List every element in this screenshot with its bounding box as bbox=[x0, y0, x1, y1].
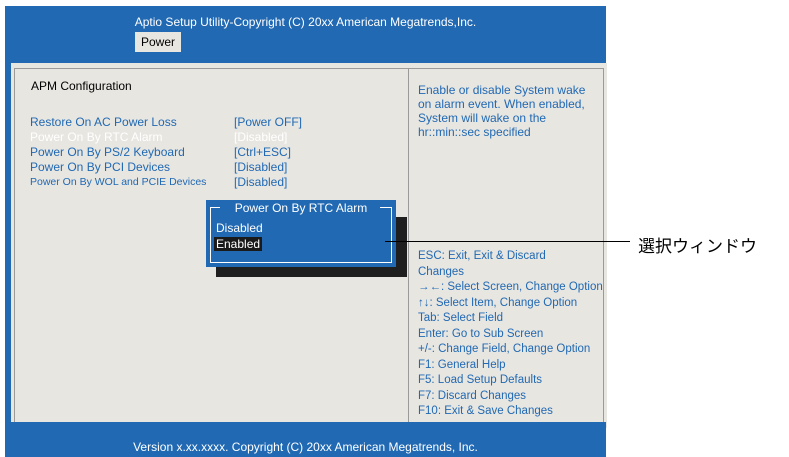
key-line: F7: Discard Changes bbox=[418, 389, 527, 402]
key-line: Changes bbox=[418, 265, 465, 278]
setting-value[interactable]: [Ctrl+ESC] bbox=[234, 145, 291, 159]
popup-title: Power On By RTC Alarm bbox=[234, 201, 368, 215]
tab-power[interactable]: Power bbox=[135, 32, 181, 52]
selection-window: Power On By RTC Alarm Disabled Enabled bbox=[206, 200, 396, 267]
footer-bar: Version x.xx.xxxx. Copyright (C) 20xx Am… bbox=[5, 422, 606, 457]
help-line: hr::min::sec specified bbox=[418, 125, 531, 139]
key-line: F1: General Help bbox=[418, 358, 506, 371]
header-title: Aptio Setup Utility-Copyright (C) 20xx A… bbox=[134, 15, 477, 29]
setting-value[interactable]: [Disabled] bbox=[234, 160, 287, 174]
setting-power-on-rtc-alarm[interactable]: Power On By RTC Alarm bbox=[30, 130, 162, 144]
setting-value[interactable]: [Disabled] bbox=[234, 130, 287, 144]
key-line: ESC: Exit, Exit & Discard bbox=[418, 250, 546, 262]
setting-power-on-ps2-keyboard[interactable]: Power On By PS/2 Keyboard bbox=[30, 145, 185, 159]
popup-frame bbox=[210, 207, 392, 263]
key-line: ↑↓: Select Item, Change Option bbox=[418, 296, 578, 309]
help-line: Enable or disable System wake bbox=[418, 83, 586, 97]
callout-line bbox=[385, 241, 630, 242]
help-line: on alarm event. When enabled, bbox=[418, 97, 585, 111]
setting-value[interactable]: [Disabled] bbox=[234, 175, 287, 189]
setting-power-on-pci-devices[interactable]: Power On By PCI Devices bbox=[30, 160, 170, 174]
divider bbox=[14, 68, 603, 69]
key-line: →←: Select Screen, Change Option bbox=[418, 281, 603, 293]
section-heading: APM Configuration bbox=[31, 79, 132, 93]
divider bbox=[14, 68, 15, 423]
setting-restore-ac-power-loss[interactable]: Restore On AC Power Loss bbox=[30, 115, 177, 129]
option-enabled[interactable]: Enabled bbox=[214, 237, 263, 251]
help-line: System will wake on the bbox=[418, 111, 547, 125]
setting-value[interactable]: [Power OFF] bbox=[234, 115, 302, 129]
key-line: +/-: Change Field, Change Option bbox=[418, 343, 591, 355]
setting-power-on-wol-pcie[interactable]: Power On By WOL and PCIE Devices bbox=[30, 176, 206, 188]
key-line: F10: Exit & Save Changes bbox=[418, 405, 553, 417]
footer-text: Version x.xx.xxxx. Copyright (C) 20xx Am… bbox=[133, 440, 478, 454]
key-line: Tab: Select Field bbox=[418, 312, 504, 324]
option-disabled[interactable]: Disabled bbox=[216, 221, 263, 235]
column-divider bbox=[408, 69, 409, 422]
key-legend: ESC: Exit, Exit & Discard Changes →←: Se… bbox=[418, 249, 613, 420]
key-line: Enter: Go to Sub Screen bbox=[418, 327, 544, 340]
key-line: F5: Load Setup Defaults bbox=[418, 374, 543, 386]
help-text: Enable or disable System wake on alarm e… bbox=[418, 83, 608, 139]
callout-label: 選択ウィンドウ bbox=[638, 237, 757, 257]
